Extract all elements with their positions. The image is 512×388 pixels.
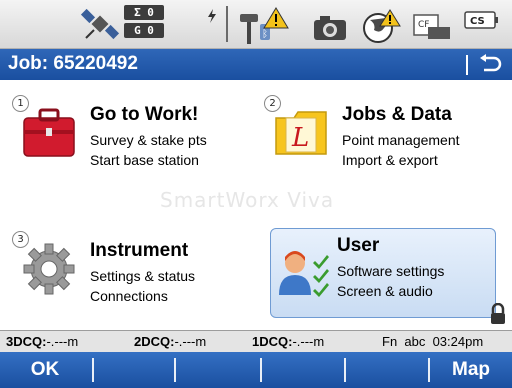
tile-user[interactable]: User Software settings Screen & audio: [270, 228, 496, 318]
cq-3d-value: -.---m: [46, 334, 79, 349]
cs-label: CS: [470, 16, 485, 27]
tile-line1: Survey & stake pts: [90, 132, 207, 148]
job-title-bar: Job: 65220492: [0, 49, 512, 80]
cq-3d-label: 3DCQ:: [6, 334, 47, 349]
smartworx-watermark: SmartWorx Viva: [160, 188, 335, 212]
title-divider: [466, 55, 468, 75]
tile-title: Go to Work!: [90, 104, 199, 125]
internet-globe-icon[interactable]: [362, 8, 402, 44]
sat-count-total: Σ 0: [124, 5, 164, 20]
cq-1d: 1DCQ:-.---m: [252, 334, 324, 349]
folder-icon: L: [272, 104, 330, 162]
cq-1d-value: -.---m: [292, 334, 325, 349]
cq-2d: 2DCQ:-.---m: [134, 334, 206, 349]
satellite-count[interactable]: Σ 0 G 0: [124, 5, 164, 41]
softkey-f3[interactable]: [176, 352, 258, 388]
tile-line1: Settings & status: [90, 268, 196, 284]
ok-button[interactable]: OK: [0, 352, 90, 388]
tile-line2: Connections: [90, 288, 168, 304]
rover-antenna-icon[interactable]: ᛒ: [236, 6, 292, 46]
user-settings-icon: [277, 243, 335, 301]
softkey-f4[interactable]: [262, 352, 342, 388]
satellite-icon[interactable]: [80, 8, 120, 42]
tile-line1: Software settings: [337, 263, 445, 279]
softkey-f2[interactable]: [94, 352, 172, 388]
tile-go-to-work[interactable]: 1 Go to Work! Survey & stake pts Start b…: [6, 90, 254, 176]
cq-2d-label: 2DCQ:: [134, 334, 175, 349]
tile-title: User: [337, 235, 380, 256]
cq-3d: 3DCQ:-.---m: [6, 334, 78, 349]
lightning-icon: [206, 8, 218, 23]
main-menu: SmartWorx Viva 1 Go to Work! Survey & st…: [0, 80, 512, 330]
tile-line1: Point management: [342, 132, 460, 148]
cq-2d-value: -.---m: [174, 334, 207, 349]
tile-line2: Screen & audio: [337, 283, 433, 299]
back-arrow-icon[interactable]: [478, 54, 502, 74]
cq-1d-label: 1DCQ:: [252, 334, 293, 349]
status-bar: Σ 0 G 0 ᛒ CF CS: [0, 0, 512, 49]
camera-icon[interactable]: [312, 14, 348, 42]
quality-status-bar: 3DCQ:-.---m 2DCQ:-.---m 1DCQ:-.---m Fn a…: [0, 330, 512, 353]
cf-card-icon[interactable]: CF: [412, 9, 454, 43]
sat-count-gps: G 0: [124, 23, 164, 38]
tile-instrument[interactable]: 3 Instrument Settings & status Connectio…: [6, 226, 254, 312]
lock-icon: [490, 302, 506, 325]
softkey-f5[interactable]: [346, 352, 426, 388]
gear-icon: [20, 240, 78, 298]
svg-text:ᛒ: ᛒ: [262, 29, 268, 40]
tile-title: Instrument: [90, 240, 189, 261]
svg-text:L: L: [291, 123, 309, 153]
briefcase-icon: [20, 104, 78, 162]
job-title: Job: 65220492: [8, 53, 138, 74]
fn-mode-clock: Fn abc 03:24pm: [382, 334, 484, 349]
battery-icon[interactable]: CS: [464, 10, 500, 30]
map-button[interactable]: Map: [430, 352, 512, 388]
tile-line2: Start base station: [90, 152, 199, 168]
cf-label: CF: [418, 20, 429, 30]
tile-title: Jobs & Data: [342, 104, 452, 125]
tile-line2: Import & export: [342, 152, 438, 168]
tile-jobs-data[interactable]: 2 L Jobs & Data Point management Import …: [258, 90, 506, 176]
softkey-bar: OK Map: [0, 352, 512, 388]
status-divider: [226, 6, 228, 42]
